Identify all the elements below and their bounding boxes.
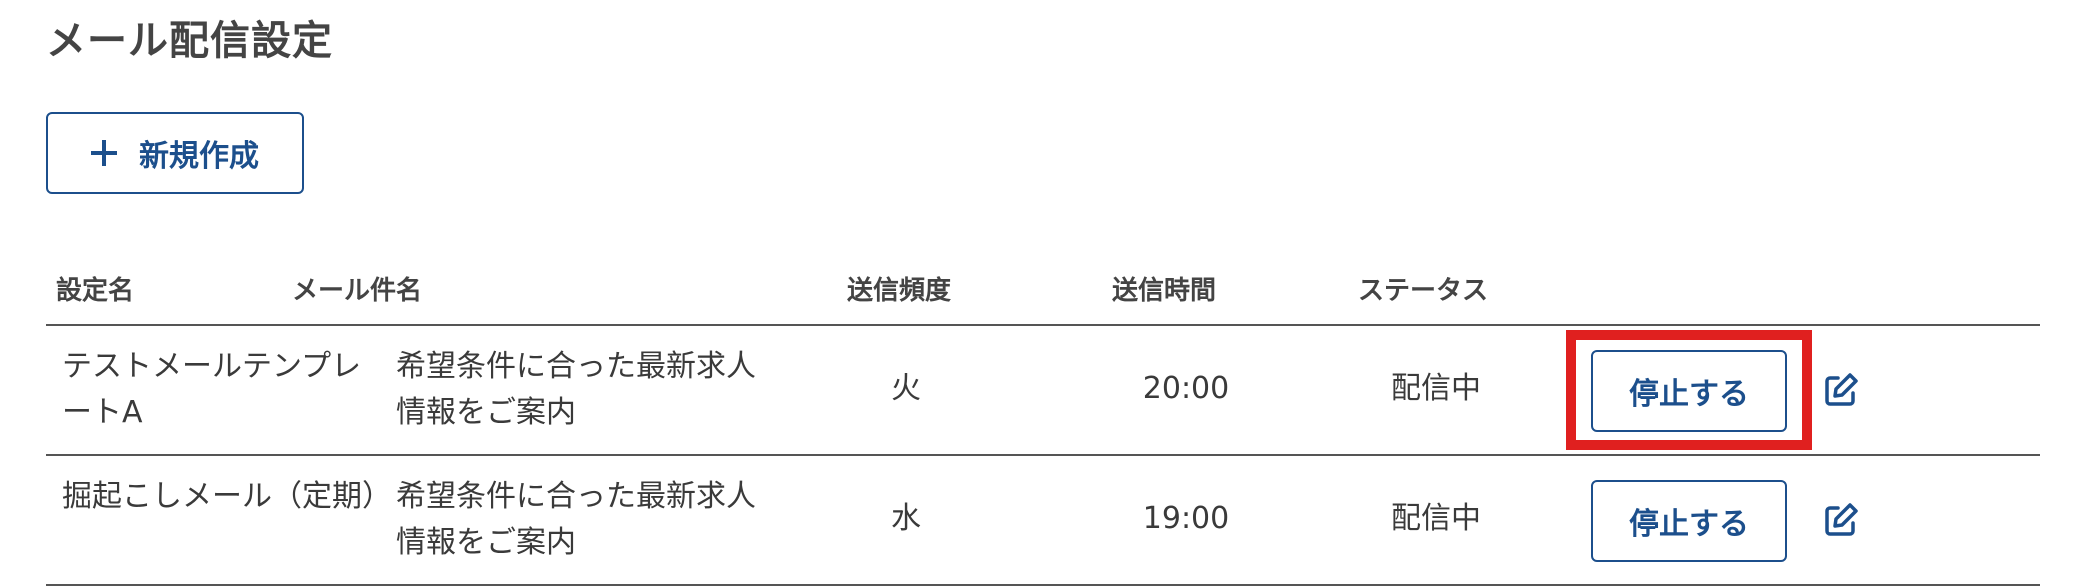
table-row: 掘起こしメール（定期） 希望条件に合った最新求人情報をご案内 水 19:00 配… [46, 456, 2040, 586]
send-time: 20:00 [1142, 371, 1230, 406]
edit-icon[interactable] [1821, 500, 1861, 540]
header-frequency: 送信頻度 [847, 276, 952, 306]
header-setting-name: 設定名 [56, 276, 135, 306]
mail-subject: 希望条件に合った最新求人情報をご案内 [396, 479, 756, 560]
new-setting-button[interactable]: 新規作成 [46, 112, 304, 194]
send-time: 19:00 [1142, 501, 1230, 536]
table-row: テストメールテンプレートA 希望条件に合った最新求人情報をご案内 火 20:00… [46, 326, 2040, 456]
send-frequency: 水 [891, 501, 921, 536]
table-header: 設定名 メール件名 送信頻度 送信時間 ステータス [46, 260, 2040, 326]
new-setting-label: 新規作成 [139, 139, 259, 174]
stop-button[interactable]: 停止する [1591, 480, 1787, 562]
delivery-status: 配信中 [1391, 501, 1481, 536]
edit-icon[interactable] [1821, 370, 1861, 410]
mail-settings-table: 設定名 メール件名 送信頻度 送信時間 ステータス テストメールテンプレートA … [46, 260, 2040, 586]
delivery-status: 配信中 [1391, 371, 1481, 406]
page-title: メール配信設定 [46, 18, 333, 64]
mail-subject: 希望条件に合った最新求人情報をご案内 [396, 349, 756, 430]
stop-button[interactable]: 停止する [1591, 350, 1787, 432]
setting-name: テストメールテンプレートA [62, 349, 362, 430]
header-send-time: 送信時間 [1112, 276, 1217, 306]
send-frequency: 火 [891, 371, 921, 406]
header-mail-subject: メール件名 [292, 276, 423, 306]
plus-icon [91, 140, 117, 166]
setting-name: 掘起こしメール（定期） [62, 479, 392, 514]
header-status: ステータス [1358, 276, 1489, 306]
